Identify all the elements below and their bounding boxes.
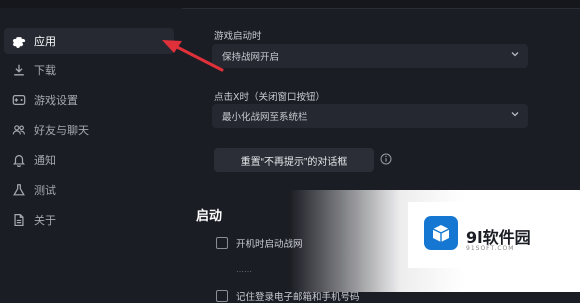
gear-icon	[12, 34, 26, 48]
chevron-down-icon	[511, 52, 519, 57]
watermark-logo-icon	[424, 216, 458, 250]
flask-icon	[12, 183, 26, 197]
document-icon	[12, 213, 26, 227]
reset-dialogs-button[interactable]: 重置“不再提示”的对话框	[214, 148, 374, 172]
sidebar-item-label: 应用	[34, 35, 56, 48]
sidebar-item-label: 下载	[34, 64, 56, 77]
friends-icon	[12, 123, 26, 137]
sidebar-item-label: 游戏设置	[34, 94, 78, 107]
game-launch-label: 游戏启动时	[214, 31, 262, 42]
chevron-down-icon	[511, 112, 519, 117]
sidebar-item-friends-chat[interactable]: 好友与聊天	[4, 117, 174, 143]
gamepad-icon	[12, 93, 26, 107]
startup-section-title: 启动	[196, 209, 223, 224]
sidebar-item-app[interactable]: 应用	[4, 28, 174, 54]
settings-sidebar: 应用 下载 游戏设置 好友与聊天 通知 测试 关于	[0, 8, 182, 292]
close-behavior-value: 最小化战网至系统栏	[222, 112, 308, 123]
watermark-url: 91SOFT.COM	[466, 245, 515, 252]
info-icon[interactable]	[380, 153, 392, 165]
sidebar-item-label: 通知	[34, 154, 56, 167]
bell-icon	[12, 153, 26, 167]
sidebar-item-label: 测试	[34, 184, 56, 197]
startup-hint: ……	[236, 265, 252, 274]
sidebar-item-test[interactable]: 测试	[4, 177, 174, 203]
sidebar-item-label: 好友与聊天	[34, 124, 89, 137]
close-behavior-label: 点击X时（关闭窗口按钮）	[214, 92, 326, 103]
sidebar-item-notifications[interactable]: 通知	[4, 147, 174, 173]
sidebar-item-download[interactable]: 下载	[4, 57, 174, 83]
download-icon	[12, 63, 26, 77]
sidebar-item-about[interactable]: 关于	[4, 207, 174, 233]
game-launch-select[interactable]: 保持战网开启	[212, 44, 528, 68]
watermark: 9l软件园 91SOFT.COM	[408, 202, 540, 268]
sidebar-item-game-settings[interactable]: 游戏设置	[4, 87, 174, 113]
game-launch-value: 保持战网开启	[222, 52, 280, 63]
startup-launch-checkbox[interactable]	[216, 237, 228, 249]
sidebar-item-label: 关于	[34, 214, 56, 227]
close-behavior-select[interactable]: 最小化战网至系统栏	[212, 104, 528, 128]
